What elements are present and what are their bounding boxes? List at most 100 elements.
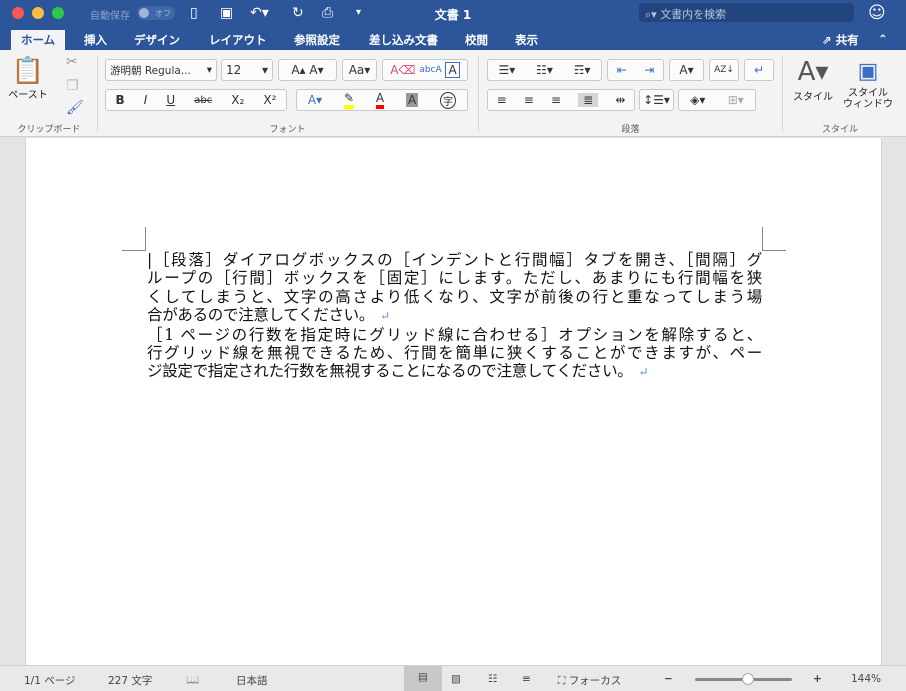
subscript-button[interactable]: X₂ bbox=[231, 93, 244, 107]
styles-pane-icon: ▣ bbox=[857, 59, 879, 84]
draft-view-icon[interactable]: ≡ bbox=[522, 673, 531, 685]
font-color-icon[interactable]: A bbox=[375, 91, 385, 109]
copy-icon[interactable]: ❐ bbox=[66, 78, 79, 94]
zoom-slider-thumb[interactable] bbox=[742, 673, 755, 685]
styles-pane-button[interactable]: ▣ スタイル ウィンドウ bbox=[840, 56, 896, 110]
justify-icon[interactable]: ≣ bbox=[578, 93, 599, 107]
zoom-slider[interactable] bbox=[695, 673, 792, 685]
format-painter-icon[interactable]: 🖌 bbox=[66, 100, 84, 116]
tab-layout[interactable]: レイアウト bbox=[209, 30, 267, 50]
crop-mark bbox=[762, 227, 786, 251]
outline-view-icon[interactable]: ☷ bbox=[488, 673, 497, 685]
underline-button[interactable]: U bbox=[166, 93, 175, 107]
shrink-font-icon[interactable]: A▾ bbox=[309, 63, 323, 77]
print-icon[interactable]: ⎙ bbox=[322, 5, 333, 21]
paste-button[interactable]: 📋 ペースト bbox=[8, 56, 48, 101]
document-page[interactable] bbox=[25, 138, 882, 665]
multilevel-list-icon[interactable]: ☶▾ bbox=[574, 63, 591, 77]
share-button[interactable]: ⇗ 共有 bbox=[822, 30, 859, 50]
title-bar: 自動保存 オフ ▯ ▣ ↶▾ ↻ ⎙ ▾ 文書 1 ⌕▾ 文書内を検索 ☺ bbox=[0, 0, 906, 27]
redo-icon[interactable]: ↻ bbox=[292, 5, 304, 21]
search-input[interactable]: ⌕▾ 文書内を検索 bbox=[639, 3, 854, 22]
autosave-label: 自動保存 bbox=[90, 11, 130, 22]
page-count[interactable]: 1/1 ページ bbox=[24, 673, 76, 688]
bold-button[interactable]: B bbox=[116, 93, 125, 107]
paragraph-mark: ↵ bbox=[380, 309, 390, 324]
ribbon-tabs: ホーム 挿入 デザイン レイアウト 参照設定 差し込み文書 校閲 表示 ⇗ 共有… bbox=[0, 27, 906, 50]
text-direction-button[interactable]: A▾ bbox=[669, 59, 704, 81]
phonetic-guide-icon[interactable]: abcA bbox=[419, 65, 441, 75]
borders-icon[interactable]: ⊞▾ bbox=[728, 93, 744, 107]
zoom-button[interactable] bbox=[52, 7, 64, 19]
grow-font-icon[interactable]: A▴ bbox=[291, 63, 305, 77]
align-right-icon[interactable]: ≡ bbox=[551, 93, 561, 107]
distributed-icon[interactable]: ⇹ bbox=[615, 93, 625, 107]
clipboard-group-label: クリップボード bbox=[17, 125, 81, 135]
tab-design[interactable]: デザイン bbox=[134, 30, 180, 50]
bullets-icon[interactable]: ☰▾ bbox=[498, 63, 515, 77]
tab-references[interactable]: 参照設定 bbox=[294, 30, 340, 50]
text-effects-icon[interactable]: A▾ bbox=[308, 93, 322, 107]
print-layout-view-icon[interactable]: ▤ bbox=[404, 666, 442, 691]
word-count[interactable]: 227 文字 bbox=[108, 673, 152, 688]
superscript-button[interactable]: X² bbox=[263, 93, 276, 107]
tab-mailings[interactable]: 差し込み文書 bbox=[369, 30, 438, 50]
zoom-out-button[interactable]: − bbox=[664, 673, 673, 685]
text-line: 合があるので注意してください。 ↵ bbox=[147, 306, 390, 325]
undo-icon[interactable]: ↶▾ bbox=[250, 5, 269, 21]
clear-formatting-icon[interactable]: A⌫ bbox=[390, 63, 415, 77]
numbering-icon[interactable]: ☷▾ bbox=[536, 63, 553, 77]
sidebar-icon[interactable]: ▯ bbox=[190, 5, 198, 21]
focus-button[interactable]: ⛶ フォーカス bbox=[558, 673, 621, 688]
proofing-icon[interactable]: 📖 bbox=[186, 673, 199, 686]
increase-indent-icon[interactable]: ⇥ bbox=[644, 63, 654, 77]
text-line: 行グリッド線を無視できるため、行間を簡単に狭くすることができますが、ペー bbox=[147, 344, 762, 363]
font-name-select[interactable]: 游明朝 Regula... ▾ bbox=[105, 59, 217, 81]
feedback-smiley-icon[interactable]: ☺ bbox=[868, 3, 886, 23]
enclose-characters-icon[interactable]: 字 bbox=[440, 91, 457, 109]
cut-icon[interactable]: ✂ bbox=[66, 54, 78, 70]
show-marks-button[interactable]: ↵ bbox=[744, 59, 774, 81]
sort-button[interactable]: AZ↓ bbox=[709, 59, 739, 81]
tab-view[interactable]: 表示 bbox=[515, 30, 538, 50]
change-case-button[interactable]: Aa▾ bbox=[342, 59, 377, 81]
align-center-icon[interactable]: ≡ bbox=[524, 93, 534, 107]
zoom-level[interactable]: 144% bbox=[851, 673, 881, 685]
indent-buttons: ⇤ ⇥ bbox=[607, 59, 664, 81]
text-line: ［1 ページの行数を指定時にグリッド線に合わせる］オプションを解除すると、 bbox=[147, 325, 762, 344]
web-layout-view-icon[interactable]: ▧ bbox=[451, 673, 461, 685]
minimize-button[interactable] bbox=[32, 7, 44, 19]
character-border-icon[interactable]: A bbox=[445, 62, 460, 78]
tab-home[interactable]: ホーム bbox=[11, 30, 66, 50]
align-left-icon[interactable]: ≡ bbox=[497, 93, 507, 107]
character-shading-icon[interactable]: A bbox=[405, 93, 419, 107]
highlight-color-icon[interactable]: ✎ bbox=[344, 91, 355, 109]
zoom-in-button[interactable]: + bbox=[813, 673, 822, 685]
share-icon: ⇗ bbox=[822, 33, 836, 47]
font-size-select[interactable]: 12 ▾ bbox=[221, 59, 273, 81]
line-spacing-button[interactable]: ↕☰▾ bbox=[639, 89, 674, 111]
customize-toolbar-icon[interactable]: ▾ bbox=[356, 7, 361, 18]
save-icon[interactable]: ▣ bbox=[220, 5, 233, 21]
text-line: ジ設定で指定された行数を無視することになるので注意してください。 ↵ bbox=[147, 362, 649, 381]
tab-insert[interactable]: 挿入 bbox=[84, 30, 107, 50]
close-button[interactable] bbox=[12, 7, 24, 19]
list-buttons: ☰▾ ☷▾ ☶▾ bbox=[487, 59, 602, 81]
strikethrough-button[interactable]: abc bbox=[194, 95, 212, 106]
styles-group-label: スタイル bbox=[821, 125, 858, 135]
decrease-indent-icon[interactable]: ⇤ bbox=[617, 63, 627, 77]
font-group-label: フォント bbox=[269, 125, 306, 135]
italic-button[interactable]: I bbox=[144, 93, 148, 107]
language[interactable]: 日本語 bbox=[236, 673, 268, 688]
text-line: ループの［行間］ボックスを［固定］にします。ただし、あまりにも行間幅を狭 bbox=[147, 269, 762, 288]
autosave-toggle[interactable]: オフ bbox=[137, 6, 175, 20]
sort-icon: AZ↓ bbox=[714, 65, 734, 75]
document-body[interactable]: |［段落］ダイアログボックスの［インデントと行間幅］タブを開き、［間隔］グ ルー… bbox=[147, 251, 762, 382]
text-line: |［段落］ダイアログボックスの［インデントと行間幅］タブを開き、［間隔］グ bbox=[147, 251, 762, 269]
styles-button[interactable]: A▾ スタイル bbox=[788, 56, 838, 103]
collapse-ribbon-icon[interactable]: ⌃ bbox=[878, 30, 888, 50]
grow-shrink-font-buttons[interactable]: A▴ A▾ bbox=[278, 59, 337, 81]
text-direction-icon: A▾ bbox=[679, 63, 694, 77]
tab-review[interactable]: 校閲 bbox=[465, 30, 488, 50]
shading-icon[interactable]: ◈▾ bbox=[690, 93, 705, 107]
